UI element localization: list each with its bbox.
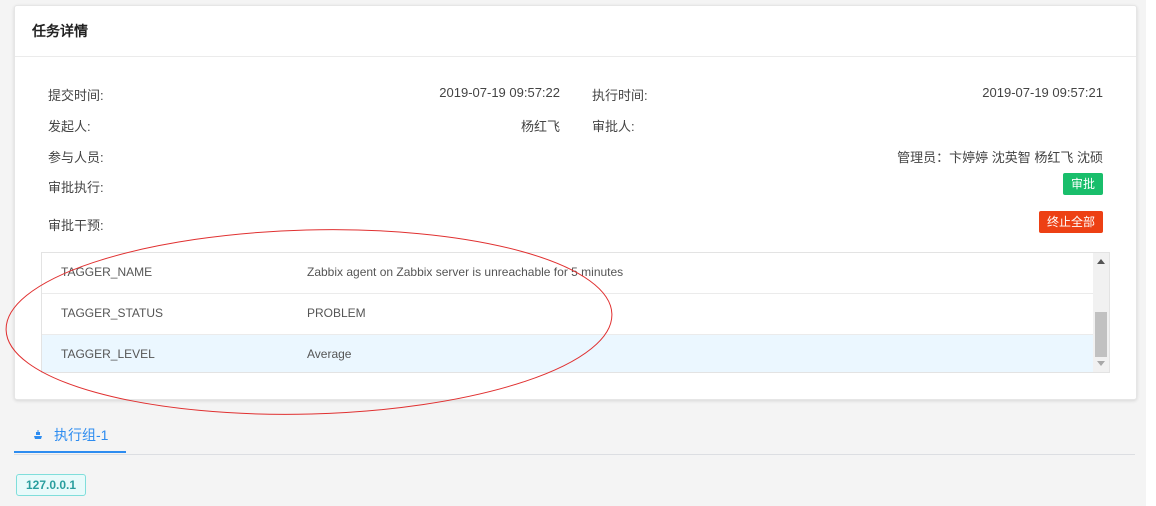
host-tag[interactable]: 127.0.0.1 bbox=[16, 474, 87, 496]
task-detail-card: 任务详情 提交时间: 2019-07-19 09:57:22 执行时间: 201… bbox=[14, 5, 1137, 400]
approver-label: 审批人: bbox=[592, 119, 635, 134]
scroll-up-arrow-icon[interactable] bbox=[1097, 259, 1105, 264]
row-key: TAGGER_STATUS bbox=[61, 306, 164, 320]
row-value: Zabbix agent on Zabbix server is unreach… bbox=[307, 265, 624, 279]
approve-button[interactable]: 审批 bbox=[1062, 173, 1103, 195]
panel-title: 任务详情 bbox=[32, 23, 88, 39]
row-key: TAGGER_LEVEL bbox=[61, 347, 155, 361]
approval-exec-label: 审批执行: bbox=[48, 180, 104, 195]
card-header: 任务详情 bbox=[15, 6, 1136, 57]
participants-value: 管理员：卞婷婷 沈英智 杨红飞 沈硕 bbox=[897, 150, 1103, 165]
submit-time-value: 2019-07-19 09:57:22 bbox=[439, 85, 560, 100]
ship-icon bbox=[34, 429, 42, 439]
table-row: TAGGER_NAME Zabbix agent on Zabbix serve… bbox=[42, 253, 1093, 294]
tab-label: 执行组-1 bbox=[54, 426, 109, 443]
initiator-value: 杨红飞 bbox=[520, 119, 560, 134]
tagger-table: TAGGER_NAME Zabbix agent on Zabbix serve… bbox=[41, 252, 1110, 373]
table-row: TAGGER_STATUS PROBLEM bbox=[42, 294, 1093, 335]
exec-time-label: 执行时间: bbox=[592, 88, 648, 103]
participants-label: 参与人员: bbox=[48, 150, 104, 165]
terminate-all-button[interactable]: 终止全部 bbox=[1038, 211, 1103, 233]
table-row[interactable]: TAGGER_LEVEL Average bbox=[42, 335, 1093, 372]
tab-exec-group-1[interactable]: 执行组-1 bbox=[14, 418, 126, 453]
row-value: PROBLEM bbox=[307, 306, 366, 320]
row-value: Average bbox=[307, 347, 352, 361]
scroll-thumb[interactable] bbox=[1095, 312, 1107, 357]
table-scrollbar[interactable] bbox=[1093, 253, 1109, 372]
initiator-label: 发起人: bbox=[48, 119, 91, 134]
page-edge bbox=[1146, 0, 1156, 506]
row-key: TAGGER_NAME bbox=[61, 265, 153, 279]
scroll-down-arrow-icon[interactable] bbox=[1097, 361, 1105, 366]
tab-bar: 执行组-1 bbox=[14, 418, 1135, 455]
exec-time-value: 2019-07-19 09:57:21 bbox=[982, 85, 1103, 100]
approval-intervene-label: 审批干预: bbox=[48, 218, 104, 233]
submit-time-label: 提交时间: bbox=[48, 88, 104, 103]
